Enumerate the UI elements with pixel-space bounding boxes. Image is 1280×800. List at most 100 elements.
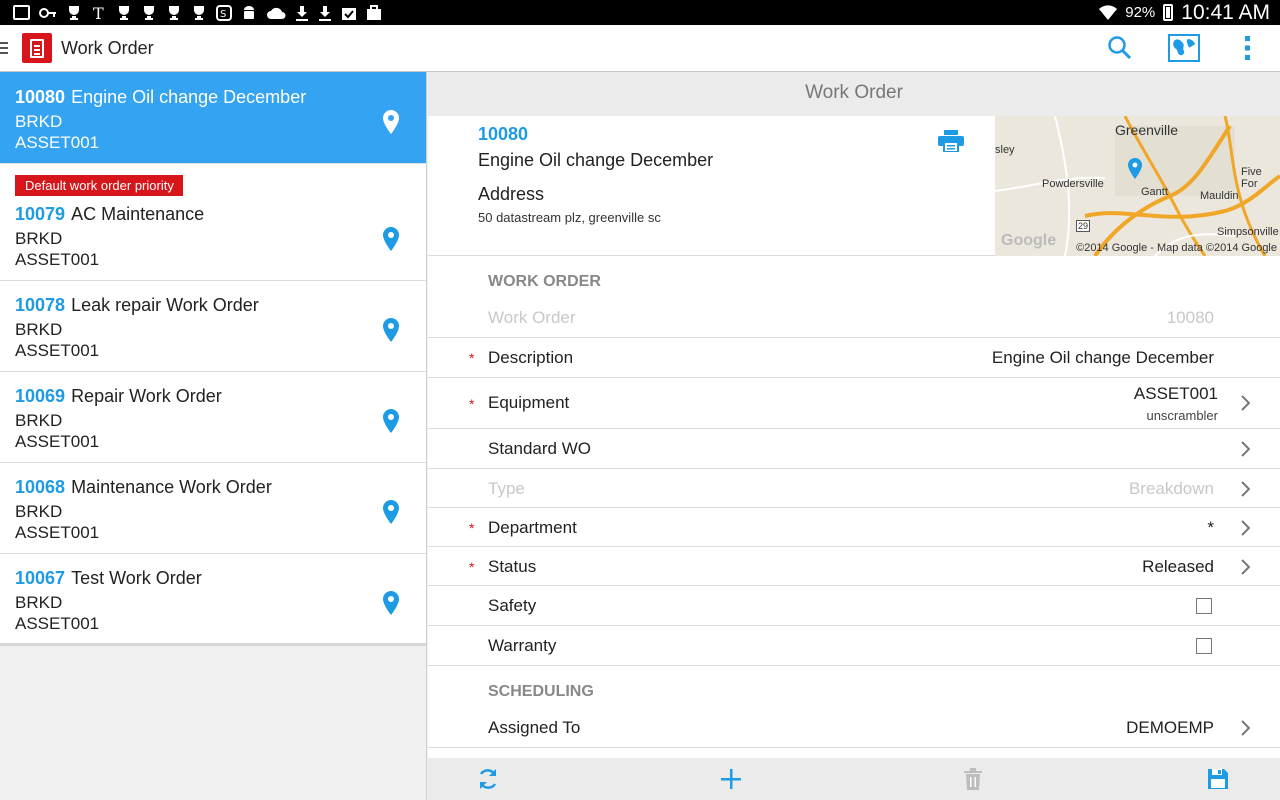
- work-order-number: 10067: [15, 568, 66, 588]
- chevron-right-icon: [1241, 520, 1250, 536]
- download-icon: [296, 5, 308, 21]
- refresh-button[interactable]: [458, 758, 518, 800]
- briefcase-icon: [367, 4, 381, 20]
- wifi-icon: [1099, 4, 1118, 20]
- trash-icon: [964, 768, 982, 790]
- search-icon: [1108, 36, 1132, 60]
- menu-icon[interactable]: [0, 42, 8, 54]
- field-value: 10080: [1166, 308, 1214, 327]
- field-value: Breakdown: [1128, 479, 1214, 498]
- work-order-summary: 10080 Engine Oil change December Address…: [428, 116, 1280, 256]
- field-label: Work Order: [488, 308, 576, 327]
- required-marker: *: [469, 559, 475, 575]
- work-order-number: 10069: [15, 386, 66, 406]
- work-order-list-item[interactable]: 10078 Leak repair Work Order BRKD ASSET00…: [0, 281, 426, 372]
- field-label: Assigned To: [488, 718, 581, 737]
- field-label: Equipment: [488, 393, 570, 412]
- trophy-icon: [69, 5, 79, 20]
- map-icon: [1168, 34, 1200, 62]
- work-order-list-item[interactable]: 10069 Repair Work Order BRKD ASSET001: [0, 372, 426, 463]
- map-label: Simpsonville: [1217, 226, 1279, 238]
- delete-button[interactable]: [943, 758, 1003, 800]
- map-label: Powdersville: [1042, 178, 1104, 190]
- map-label: sley: [995, 144, 1015, 156]
- location-pin-icon[interactable]: [383, 227, 399, 251]
- work-order-title: Maintenance Work Order: [71, 477, 272, 497]
- address-value: 50 datastream plz, greenville sc: [478, 210, 661, 225]
- search-button[interactable]: [1088, 25, 1152, 72]
- check-icon: [342, 7, 356, 20]
- trophy-icon: [194, 5, 204, 20]
- work-order-title: Engine Oil change December: [71, 87, 307, 107]
- section-title-work-order: WORK ORDER: [488, 273, 601, 290]
- work-order-list-item[interactable]: 10067 Test Work Order BRKD ASSET001: [0, 554, 426, 646]
- trophy-icon: [169, 5, 179, 20]
- chevron-right-icon: [1241, 481, 1250, 497]
- warranty-checkbox[interactable]: [1196, 638, 1212, 654]
- work-order-dept: BRKD: [15, 229, 63, 248]
- chevron-right-icon: [1241, 720, 1250, 736]
- refresh-icon: [479, 769, 497, 789]
- more-vert-icon: [1245, 36, 1250, 60]
- field-label: Safety: [488, 596, 537, 615]
- gallery-icon: [13, 5, 30, 20]
- field-label: Warranty: [488, 636, 557, 655]
- chevron-right-icon: [1241, 395, 1250, 411]
- field-description[interactable]: * Description Engine Oil change December: [428, 338, 1280, 378]
- work-order-asset: ASSET001: [15, 614, 100, 633]
- print-button[interactable]: [938, 130, 964, 157]
- field-label: Department: [488, 518, 577, 537]
- trophy-icon: [144, 5, 154, 20]
- field-subvalue: unscrambler: [1146, 408, 1218, 423]
- work-order-list-item[interactable]: 10080 Engine Oil change December BRKD ASS…: [0, 72, 426, 164]
- save-icon: [1208, 769, 1228, 789]
- location-pin-icon[interactable]: [383, 318, 399, 342]
- location-pin-icon[interactable]: [383, 591, 399, 615]
- field-value: DEMOEMP: [1126, 718, 1214, 737]
- cloud-download-icon: [267, 7, 286, 19]
- section-title-scheduling: SCHEDULING: [488, 683, 594, 700]
- field-warranty: Warranty: [428, 626, 1280, 666]
- chevron-right-icon: [1241, 559, 1250, 575]
- app-logo-icon: [22, 33, 52, 63]
- map-view-button[interactable]: [1152, 25, 1216, 72]
- work-order-list-item[interactable]: 10068 Maintenance Work Order BRKD ASSET00…: [0, 463, 426, 554]
- field-equipment[interactable]: * Equipment ASSET001 unscrambler: [428, 378, 1280, 429]
- clock: 10:41 AM: [1181, 0, 1270, 24]
- field-standard-wo[interactable]: Standard WO: [428, 429, 1280, 469]
- map-copyright: ©2014 Google - Map data ©2014 Google: [1076, 242, 1277, 254]
- location-pin-icon[interactable]: [383, 500, 399, 524]
- plus-icon: [721, 769, 741, 789]
- location-pin-icon[interactable]: [383, 409, 399, 433]
- app-title: Work Order: [61, 37, 154, 58]
- safety-checkbox[interactable]: [1196, 598, 1212, 614]
- work-order-dept: BRKD: [15, 411, 63, 430]
- required-marker: *: [469, 350, 475, 366]
- detail-header: Work Order: [428, 72, 1280, 116]
- add-button[interactable]: [701, 758, 761, 800]
- field-value: ASSET001: [1133, 384, 1218, 403]
- save-button[interactable]: [1188, 758, 1248, 800]
- work-order-title: Repair Work Order: [71, 386, 222, 406]
- map-label: Greenville: [1115, 122, 1179, 138]
- svg-text:S: S: [220, 9, 226, 20]
- work-order-title: Leak repair Work Order: [71, 295, 259, 315]
- map-label: Five For: [1241, 166, 1262, 190]
- field-assigned-to[interactable]: Assigned To DEMOEMP: [428, 708, 1280, 748]
- field-status[interactable]: * Status Released: [428, 547, 1280, 586]
- overflow-menu-button[interactable]: [1216, 25, 1280, 72]
- field-work-order: Work Order 10080: [428, 298, 1280, 338]
- work-order-asset: ASSET001: [15, 432, 100, 451]
- work-order-list-item[interactable]: Default work order priority 10079 AC Main…: [0, 164, 426, 281]
- location-pin-icon[interactable]: [383, 110, 399, 134]
- map-label: Mauldin: [1200, 190, 1239, 202]
- field-department[interactable]: * Department *: [428, 508, 1280, 547]
- work-order-asset: ASSET001: [15, 133, 100, 152]
- android-icon: [244, 5, 254, 19]
- location-map[interactable]: Greenville sley Powdersville Gantt Mauld…: [995, 116, 1280, 256]
- map-label: Gantt: [1141, 186, 1168, 198]
- notification-icons: T S: [0, 4, 382, 21]
- download-icon: [319, 5, 331, 21]
- work-order-dept: BRKD: [15, 593, 63, 612]
- chevron-right-icon: [1241, 441, 1250, 457]
